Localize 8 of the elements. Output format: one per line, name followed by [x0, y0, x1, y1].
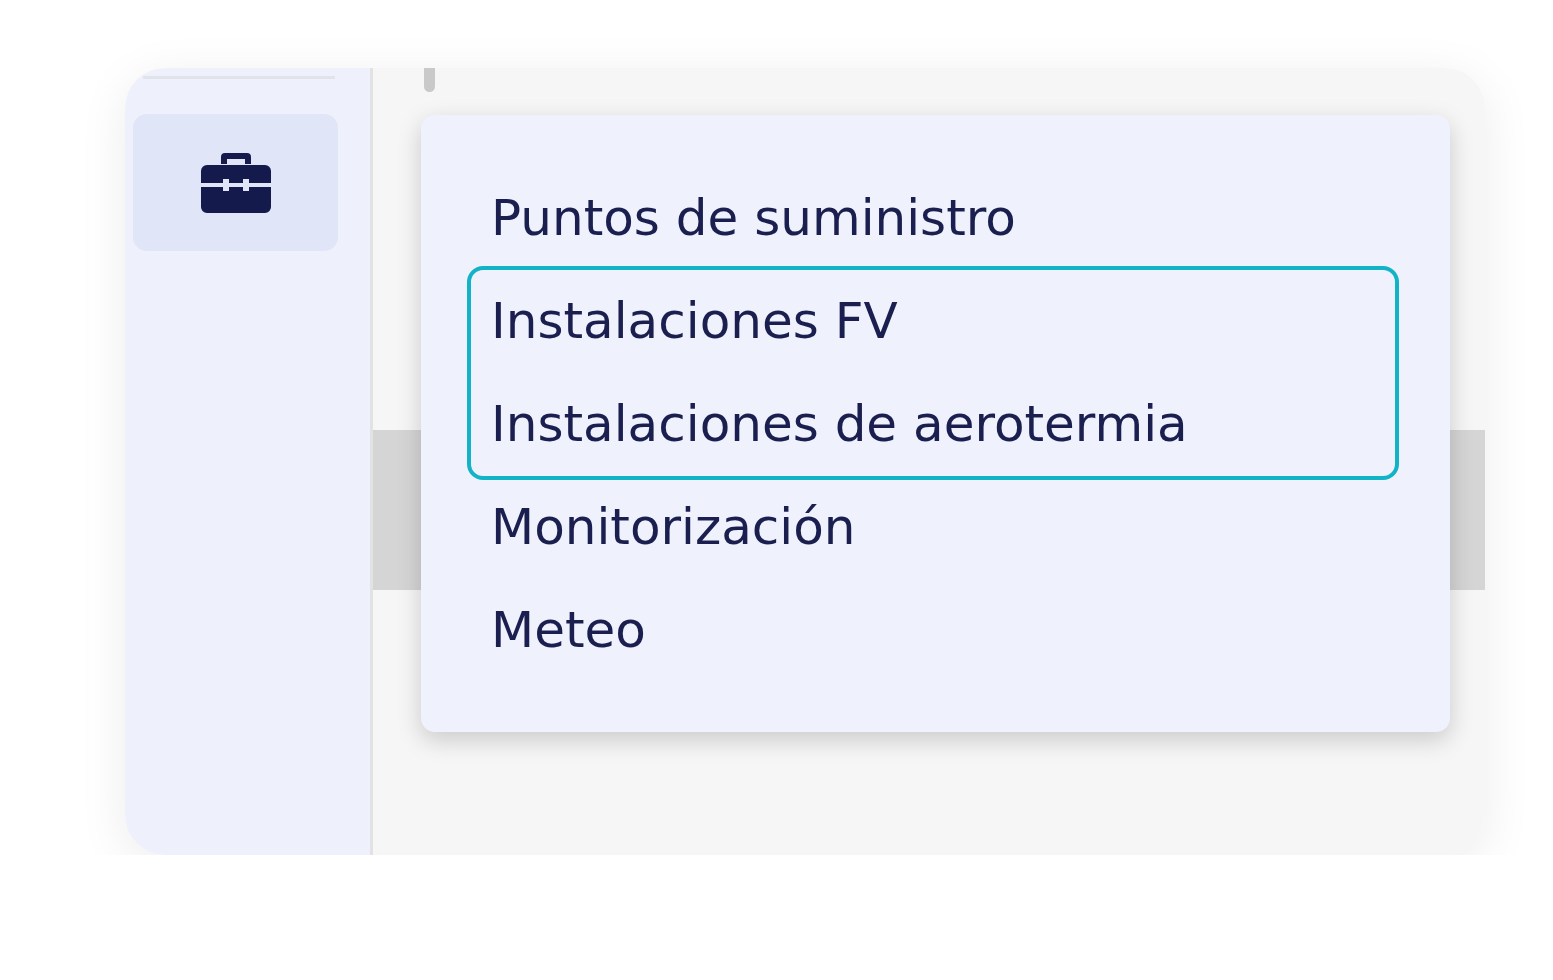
- sidebar-item[interactable]: [133, 114, 338, 251]
- menu-item[interactable]: Puntos de suministro: [491, 167, 1016, 270]
- toolbox-icon: [200, 152, 271, 213]
- menu-item[interactable]: Meteo: [491, 579, 646, 682]
- menu-item[interactable]: Instalaciones FV: [491, 270, 898, 373]
- scrollbar-thumb[interactable]: [424, 68, 435, 92]
- menu-item[interactable]: Monitorización: [491, 476, 856, 579]
- menu-item[interactable]: Instalaciones de aerotermia: [491, 373, 1188, 476]
